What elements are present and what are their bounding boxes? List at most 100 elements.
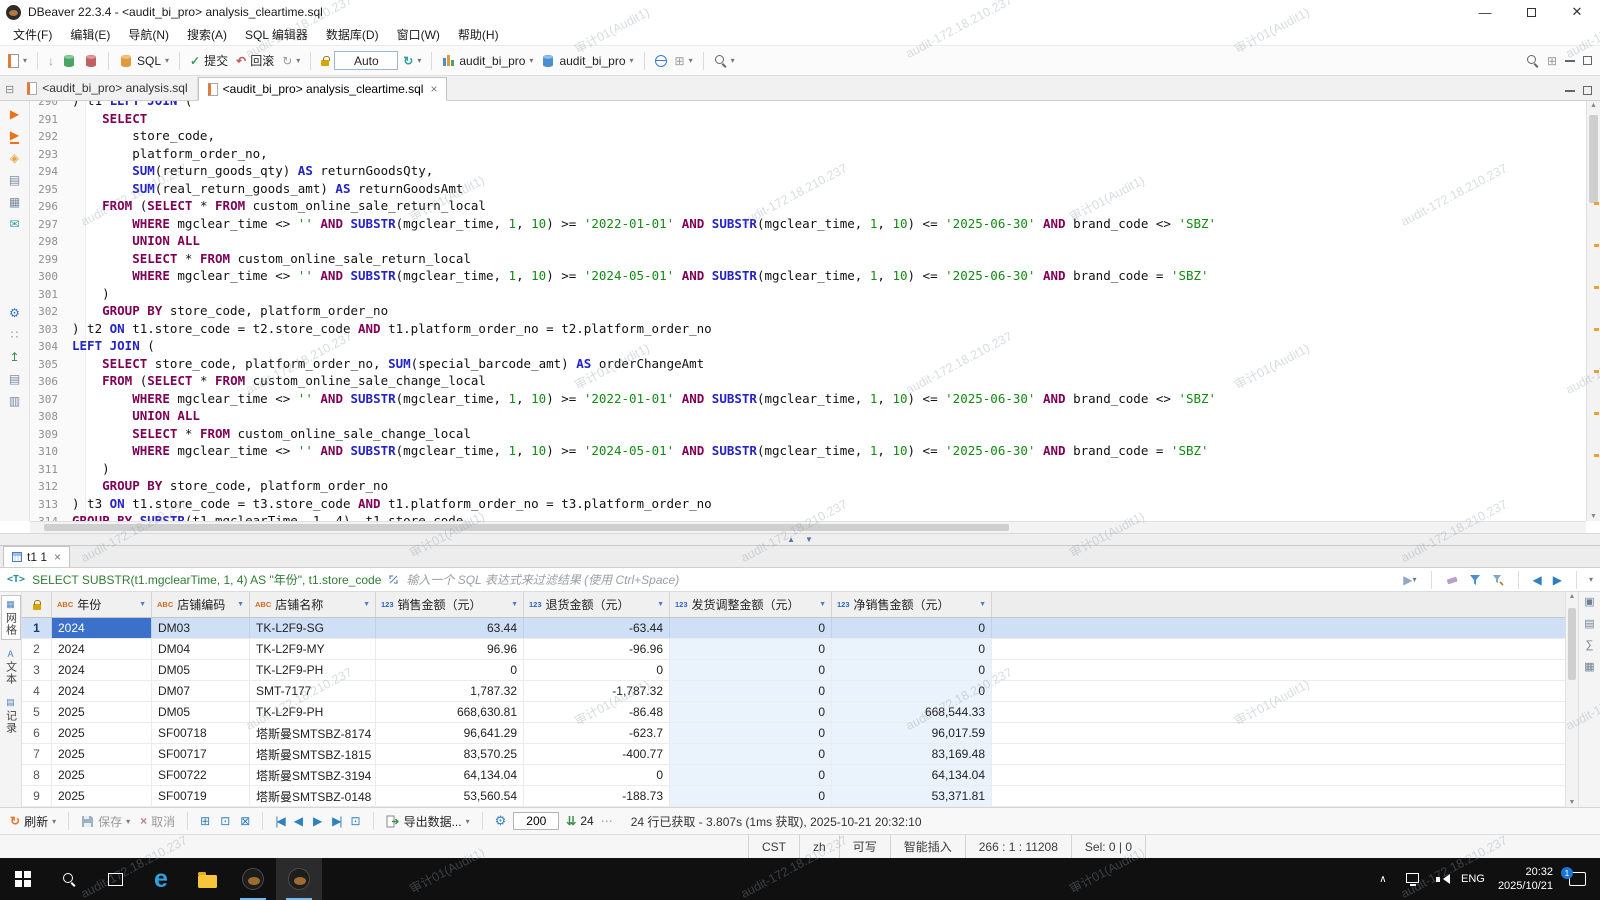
code-line[interactable]: 309 SELECT * FROM custom_online_sale_cha…	[30, 425, 1586, 443]
cell[interactable]: 668,544.33	[832, 702, 992, 722]
cell[interactable]: 2024	[52, 639, 152, 659]
cell[interactable]: 2024	[52, 618, 152, 638]
menu-item[interactable]: 窗口(W)	[388, 26, 449, 43]
cell[interactable]: TK-L2F9-PH	[250, 702, 376, 722]
send-mail-button[interactable]: ✉	[7, 216, 23, 231]
sort-caret-icon[interactable]: ▼	[363, 601, 370, 608]
maximize-view-button[interactable]	[1580, 54, 1595, 67]
cell[interactable]: SF00719	[152, 786, 250, 806]
editor-tab[interactable]: <audit_bi_pro> analysis.sql	[18, 76, 198, 100]
cell[interactable]: 2024	[52, 660, 152, 680]
metadata-icon[interactable]: ▦	[1584, 660, 1594, 673]
cell[interactable]: TK-L2F9-SG	[250, 618, 376, 638]
cell[interactable]: 0	[670, 681, 832, 701]
close-button[interactable]: ✕	[1554, 0, 1600, 24]
delete-row-button[interactable]: ⊠	[237, 812, 253, 830]
column-header[interactable]: ABC 店铺名称 ▼	[250, 592, 376, 617]
sort-caret-icon[interactable]: ▼	[657, 601, 664, 608]
database-selector[interactable]: audit_bi_pro ▾	[538, 52, 636, 70]
cell[interactable]: 0	[670, 660, 832, 680]
cell[interactable]: 塔斯曼SMTSBZ-1815	[250, 744, 376, 764]
taskbar-search-button[interactable]	[46, 858, 92, 900]
sort-caret-icon[interactable]: ▼	[819, 601, 826, 608]
close-icon[interactable]: ×	[430, 82, 437, 96]
editor-vertical-scrollbar[interactable]: ▲ ▼	[1586, 101, 1600, 521]
grid-settings-button[interactable]: ⚙	[492, 811, 510, 831]
cell[interactable]: 塔斯曼SMTSBZ-0148	[250, 786, 376, 806]
custom-filter-button[interactable]	[1490, 573, 1506, 587]
row-number[interactable]: 5	[22, 702, 52, 722]
panel-layout-icon[interactable]: ▣	[1584, 595, 1594, 608]
cell[interactable]: 0	[670, 765, 832, 785]
code-line[interactable]: 296 FROM (SELECT * FROM custom_online_sa…	[30, 197, 1586, 215]
cell[interactable]: TK-L2F9-MY	[250, 639, 376, 659]
clear-filter-button[interactable]	[1444, 573, 1460, 587]
menu-item[interactable]: 导航(N)	[119, 26, 178, 43]
refresh-connection-button[interactable]: ↻ ▾	[400, 52, 424, 70]
cell[interactable]: 0	[670, 786, 832, 806]
focus-row-button[interactable]: ⊡	[348, 812, 364, 830]
cell[interactable]: 64,134.04	[832, 765, 992, 785]
column-header[interactable]: ABC 店铺编码 ▼	[152, 592, 250, 617]
menu-item[interactable]: 编辑(E)	[61, 26, 119, 43]
cell[interactable]: DM07	[152, 681, 250, 701]
editor-horizontal-scrollbar[interactable]	[30, 521, 1586, 533]
cell[interactable]: 63.44	[376, 618, 524, 638]
new-sql-editor-button[interactable]: ▾	[5, 52, 30, 70]
explain-plan-button[interactable]: ◈	[7, 150, 23, 165]
table-row[interactable]: 7 2025 SF00717 塔斯曼SMTSBZ-1815 83,570.25 -400.…	[22, 744, 1565, 765]
sort-caret-icon[interactable]: ▼	[511, 601, 518, 608]
cell[interactable]: 53,371.81	[832, 786, 992, 806]
cell[interactable]: DM05	[152, 660, 250, 680]
previous-page-button[interactable]: ◀	[291, 812, 306, 830]
aggregate-icon[interactable]: ∑	[1586, 639, 1594, 651]
collapse-down-icon[interactable]: ▼	[805, 535, 813, 544]
menu-item[interactable]: 搜索(A)	[178, 26, 236, 43]
code-line[interactable]: 313) t3 ON t1.store_code = t3.store_code…	[30, 495, 1586, 513]
file-explorer-button[interactable]	[184, 858, 230, 900]
cell[interactable]: 96,641.29	[376, 723, 524, 743]
transaction-log-button[interactable]: ↻ ▾	[279, 52, 303, 70]
code-line[interactable]: 294 SUM(return_goods_qty) AS returnGoods…	[30, 162, 1586, 180]
close-icon[interactable]: ×	[54, 550, 61, 564]
scroll-down-icon[interactable]: ▼	[1587, 513, 1600, 520]
network-tray-button[interactable]	[1398, 858, 1428, 900]
cell[interactable]: 0	[832, 660, 992, 680]
sort-caret-icon[interactable]: ▼	[237, 601, 244, 608]
cell[interactable]: 83,169.48	[832, 744, 992, 764]
apply-filter-button[interactable]: ▶ ▾	[1401, 572, 1418, 588]
column-header[interactable]: 123 发货调整金额（元） ▼	[670, 592, 832, 617]
export-result-button[interactable]: ↥	[7, 349, 23, 364]
cell[interactable]: DM04	[152, 639, 250, 659]
menu-item[interactable]: SQL 编辑器	[236, 26, 317, 43]
cell[interactable]: DM05	[152, 702, 250, 722]
edge-browser-button[interactable]: e	[138, 858, 184, 900]
code-line[interactable]: 298 UNION ALL	[30, 232, 1586, 250]
code-line[interactable]: 304 LEFT JOIN (	[30, 337, 1586, 355]
code-line[interactable]: 290) t1 LEFT JOIN (	[30, 101, 1586, 110]
scroll-down-icon[interactable]: ▼	[1566, 799, 1578, 806]
task-view-button[interactable]	[92, 858, 138, 900]
overflow-icon[interactable]: ⋯	[601, 814, 613, 828]
result-grid-button[interactable]: ▦	[7, 194, 23, 209]
menu-item[interactable]: 帮助(H)	[449, 26, 508, 43]
cell[interactable]: 0	[832, 681, 992, 701]
cell[interactable]: 2025	[52, 744, 152, 764]
add-row-button[interactable]: ⊞	[197, 812, 213, 830]
cell[interactable]: 96,017.59	[832, 723, 992, 743]
rollback-db-button[interactable]	[81, 52, 101, 70]
cell[interactable]: SF00722	[152, 765, 250, 785]
cell[interactable]: 塔斯曼SMTSBZ-8174	[250, 723, 376, 743]
cell[interactable]: TK-L2F9-PH	[250, 660, 376, 680]
dbeaver-active-taskbar-button[interactable]	[276, 858, 322, 900]
save-button[interactable]: 保存 ▾	[78, 811, 133, 832]
open-document-button[interactable]: ▤	[7, 371, 23, 386]
results-side-tab-grid[interactable]: ▦ 网格	[0, 595, 21, 640]
cell[interactable]: -400.77	[524, 744, 670, 764]
next-page-button[interactable]: ▶	[310, 812, 325, 830]
cell[interactable]: 64,134.04	[376, 765, 524, 785]
code-line[interactable]: 302 GROUP BY store_code, platform_order_…	[30, 302, 1586, 320]
minimize-editor-icon[interactable]	[1565, 89, 1575, 92]
status-segment[interactable]: 智能插入	[889, 835, 965, 858]
cell[interactable]: 2025	[52, 702, 152, 722]
